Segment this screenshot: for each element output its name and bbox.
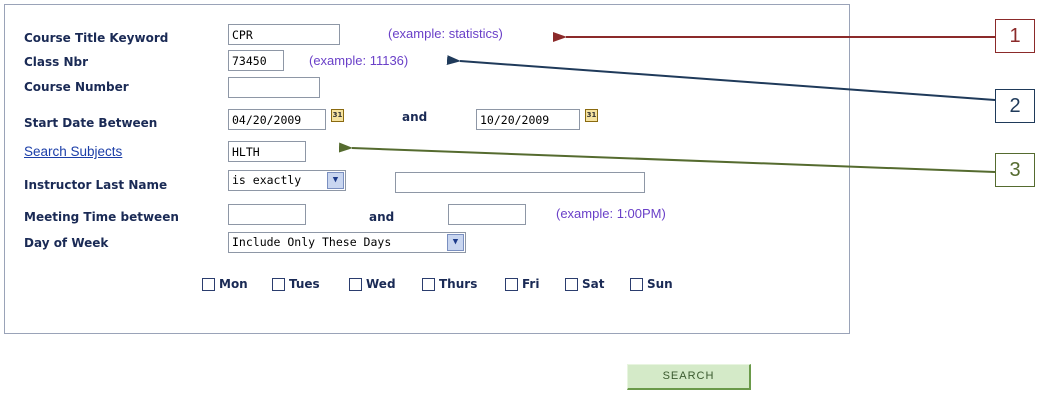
- course-title-input-field[interactable]: [232, 25, 336, 44]
- day-of-week-label: Day of Week: [24, 236, 109, 250]
- day-sat[interactable]: Sat: [565, 277, 604, 291]
- search-button[interactable]: SEARCH: [627, 364, 751, 390]
- callout-1-box: 1: [995, 19, 1035, 53]
- callout-2-box: 2: [995, 89, 1035, 123]
- instructor-name-input[interactable]: [395, 172, 645, 193]
- day-tues-label: Tues: [289, 277, 320, 291]
- day-of-week-select[interactable]: Include Only These Days ▼: [228, 232, 466, 253]
- start-date-to-field[interactable]: [480, 110, 576, 129]
- course-number-label: Course Number: [24, 80, 129, 94]
- day-tues-checkbox[interactable]: [272, 277, 285, 291]
- day-mon-checkbox[interactable]: [202, 277, 215, 291]
- class-nbr-input-field[interactable]: [232, 51, 280, 70]
- meeting-time-from-field[interactable]: [232, 205, 302, 224]
- day-wed-label: Wed: [366, 277, 396, 291]
- instructor-operator-value: is exactly: [232, 173, 302, 187]
- day-mon-label: Mon: [219, 277, 248, 291]
- day-thurs-label: Thurs: [439, 277, 478, 291]
- search-subjects-link[interactable]: Search Subjects: [24, 144, 122, 159]
- day-sat-checkbox[interactable]: [565, 277, 578, 291]
- class-nbr-example: (example: 11136): [309, 53, 409, 68]
- course-number-input-field[interactable]: [232, 78, 316, 97]
- course-title-label: Course Title Keyword: [24, 31, 169, 45]
- day-fri-checkbox[interactable]: [505, 277, 518, 291]
- day-mon[interactable]: Mon: [202, 277, 248, 291]
- calendar-icon[interactable]: 31: [585, 109, 598, 122]
- chevron-down-icon[interactable]: ▼: [447, 234, 464, 251]
- class-nbr-input[interactable]: [228, 50, 284, 71]
- chevron-down-icon[interactable]: ▼: [327, 172, 344, 189]
- day-thurs-checkbox[interactable]: [422, 277, 435, 291]
- meeting-time-and-label: and: [369, 210, 395, 224]
- class-nbr-label: Class Nbr: [24, 55, 89, 69]
- callout-3-box: 3: [995, 153, 1035, 187]
- subject-input-field[interactable]: [232, 142, 302, 161]
- start-date-label: Start Date Between: [24, 116, 158, 130]
- meeting-time-label: Meeting Time between: [24, 210, 179, 224]
- day-tues[interactable]: Tues: [272, 277, 320, 291]
- course-title-example: (example: statistics): [388, 26, 503, 41]
- day-of-week-value: Include Only These Days: [232, 235, 392, 249]
- instructor-name-field[interactable]: [399, 173, 641, 192]
- meeting-time-from-input[interactable]: [228, 204, 306, 225]
- start-date-from-field[interactable]: [232, 110, 322, 129]
- course-number-input[interactable]: [228, 77, 320, 98]
- day-wed-checkbox[interactable]: [349, 277, 362, 291]
- calendar-icon[interactable]: 31: [331, 109, 344, 122]
- day-sun-label: Sun: [647, 277, 673, 291]
- instructor-label: Instructor Last Name: [24, 178, 168, 192]
- start-date-from-input[interactable]: [228, 109, 326, 130]
- day-fri[interactable]: Fri: [505, 277, 539, 291]
- subject-input[interactable]: [228, 141, 306, 162]
- day-fri-label: Fri: [522, 277, 540, 291]
- day-sat-label: Sat: [582, 277, 605, 291]
- day-sun[interactable]: Sun: [630, 277, 673, 291]
- day-sun-checkbox[interactable]: [630, 277, 643, 291]
- meeting-time-to-input[interactable]: [448, 204, 526, 225]
- instructor-operator-select[interactable]: is exactly ▼: [228, 170, 346, 191]
- day-thurs[interactable]: Thurs: [422, 277, 477, 291]
- start-date-and-label: and: [402, 110, 428, 124]
- meeting-time-to-field[interactable]: [452, 205, 522, 224]
- day-wed[interactable]: Wed: [349, 277, 396, 291]
- course-title-input[interactable]: [228, 24, 340, 45]
- start-date-to-input[interactable]: [476, 109, 580, 130]
- meeting-time-example: (example: 1:00PM): [556, 206, 666, 221]
